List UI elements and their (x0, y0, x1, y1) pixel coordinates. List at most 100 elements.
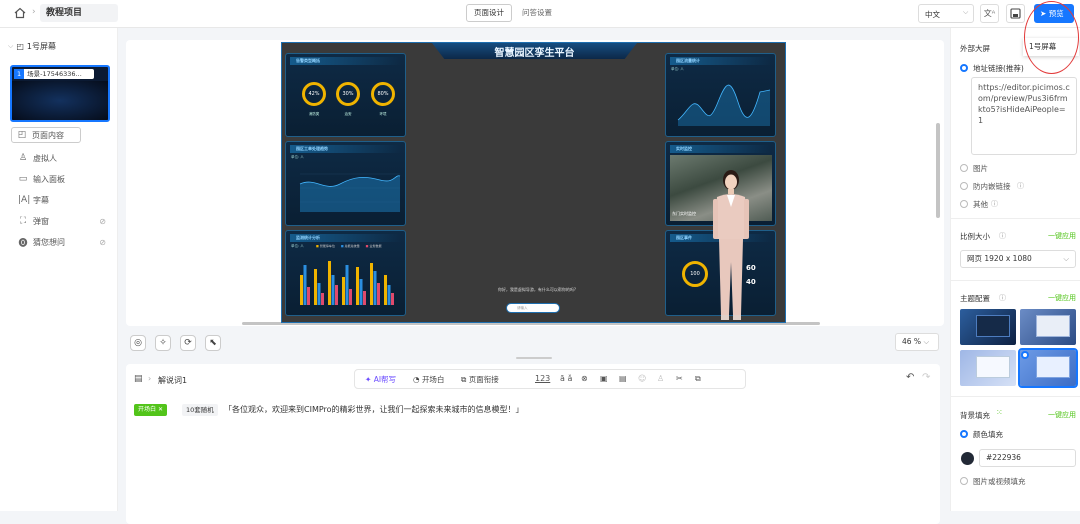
sidebar-item-avatar[interactable]: ♙ 虚拟人 (18, 151, 57, 165)
speed-icon[interactable]: ▣ (600, 374, 608, 383)
home-icon[interactable] (14, 7, 26, 19)
radio-media-fill[interactable] (960, 477, 968, 485)
sidebar-item-page-content[interactable]: ◰ 页面内容 (11, 127, 81, 143)
screen-group-header[interactable]: ⌵ ◰ 1号屏幕 (8, 41, 56, 52)
script-text[interactable]: 「各位观众，欢迎来到CIMPro的精彩世界，让我们一起探索未来城市的信息模型！」 (224, 404, 524, 415)
sidebar-item-popup[interactable]: ⛶ 弹窗 ⊘ (18, 214, 106, 228)
bar (345, 265, 349, 305)
radio-anti-embed[interactable] (960, 182, 968, 190)
gesture-icon[interactable]: ♙ (657, 374, 664, 383)
bar (363, 291, 366, 305)
refresh-button[interactable]: ⟳ (180, 335, 196, 351)
chat-input-placeholder: 请输入 (517, 306, 528, 310)
zoom-select[interactable]: 46 % ⌵ (895, 333, 939, 351)
save-button[interactable] (1006, 4, 1025, 23)
opening-tag[interactable]: 开场白 ✕ (134, 404, 167, 416)
radio-image[interactable] (960, 164, 968, 172)
sidebar-item-label: 页面内容 (32, 130, 64, 140)
canvas-scrollbar[interactable] (936, 123, 940, 218)
chat-input[interactable]: 请输入 (506, 303, 560, 313)
preview-label: 预览 (1048, 9, 1064, 18)
sidebar-item-subtitle[interactable]: |A| 字幕 (18, 193, 49, 207)
hidden-eye-icon[interactable]: ⊘ (99, 238, 106, 247)
close-icon[interactable]: ✕ (158, 406, 163, 413)
divider (951, 280, 1080, 281)
bar (373, 271, 377, 305)
panel-title: 园区流量统计 (670, 57, 771, 65)
area-chart (299, 173, 401, 212)
legend-item: ■ 业务数据 (365, 244, 382, 248)
cursor-select-button[interactable]: ⬉ (205, 335, 221, 351)
translate-button[interactable]: 文ᴬ (980, 4, 999, 23)
question-icon: ⓿ (18, 238, 28, 249)
help-icon[interactable]: ⓘ (999, 231, 1006, 241)
help-icon[interactable]: ⓘ (1017, 181, 1024, 191)
help-icon[interactable]: ⓘ (999, 293, 1006, 303)
dashboard-stage[interactable]: 智慧园区孪生平台 告警类型概括 42% 30% 80% 消防类 治安 环境 园区… (281, 42, 786, 323)
radio-color-fill[interactable] (960, 430, 968, 438)
url-textarea[interactable]: https://editor.picimos.com/preview/Pus3i… (971, 77, 1077, 155)
legend-item: ■ 智能停车位 (316, 244, 335, 248)
text-box-icon[interactable]: ▤ (619, 374, 627, 383)
scene-thumbnail[interactable]: 1 场景-17546336... (10, 65, 110, 122)
script-editor: ▤ › 解说词1 ✦ AI帮写 ◔ 开场白 ⧉ 页面衔接 123 ā ǎ ⊗ ▣… (126, 364, 940, 524)
ring-chart: 80% (371, 82, 395, 106)
language-select[interactable]: 中文 ⌵ (918, 4, 974, 23)
bar (317, 283, 321, 305)
panel-monitoring-stats: 监测统计分析 单位: 人 ■ 智能停车位 ■ 总能总统量 ■ 业务数据 (285, 230, 406, 316)
scale-select[interactable]: 网页 1920 x 1080 ⌵ (960, 250, 1076, 268)
number-icon[interactable]: 123 (535, 374, 550, 383)
replace-icon[interactable]: ✂ (676, 374, 683, 383)
selected-check-icon (1021, 351, 1029, 359)
preview-button[interactable]: ➤ 预览 (1034, 4, 1074, 23)
ai-write-button[interactable]: ✦ AI帮写 (365, 374, 396, 385)
apply-all-bg-link[interactable]: 一键应用 (1048, 410, 1076, 420)
radio-url[interactable] (960, 64, 968, 72)
link-icon: ⧉ (461, 375, 467, 384)
scene-thumb-bg (12, 81, 108, 120)
bar (307, 287, 310, 305)
resize-handle[interactable] (516, 357, 552, 359)
panel-alarm-types: 告警类型概括 42% 30% 80% 消防类 治安 环境 (285, 53, 406, 137)
pinyin-icon[interactable]: ā ǎ (560, 374, 572, 383)
sidebar-item-guess-questions[interactable]: ⓿ 猜您想问 ⊘ (18, 235, 106, 249)
theme-thumb-3[interactable] (960, 350, 1016, 386)
chat-icon: ◔ (413, 375, 420, 384)
redo-icon[interactable]: ↷ (922, 372, 930, 383)
tab-page-design[interactable]: 页面设计 (466, 4, 512, 22)
virtual-human[interactable] (707, 167, 755, 322)
page-link-button[interactable]: ⧉ 页面衔接 (461, 374, 499, 385)
sidebar-item-input-panel[interactable]: ▭ 输入面板 (18, 172, 65, 186)
help-icon[interactable]: ⓘ (991, 199, 998, 209)
pause-icon[interactable]: ⊗ (581, 374, 588, 383)
bar (370, 263, 373, 305)
opening-button[interactable]: ◔ 开场白 (413, 374, 444, 385)
panel-title: 监测统计分析 (290, 234, 401, 242)
ring-label: 消防类 (308, 112, 320, 116)
script-title[interactable]: 解说词1 (158, 375, 187, 386)
theme-thumb-4-selected[interactable] (1018, 348, 1078, 388)
color-hex-input[interactable]: #222936 (979, 449, 1076, 467)
screen-icon: ◰ (16, 42, 24, 51)
emotion-icon[interactable]: ☺ (638, 374, 646, 383)
editor-center: 智慧园区孪生平台 告警类型概括 42% 30% 80% 消防类 治安 环境 园区… (118, 28, 950, 524)
undo-icon[interactable]: ↶ (906, 372, 914, 383)
copy-icon[interactable]: ⧉ (695, 374, 701, 384)
random-tag[interactable]: 10套随机 (182, 404, 218, 416)
theme-thumb-2[interactable] (1020, 309, 1076, 345)
project-name[interactable]: 教程项目 (40, 4, 118, 22)
color-swatch[interactable] (961, 452, 974, 465)
target-tool-button[interactable]: ◎ (130, 335, 146, 351)
radio-other[interactable] (960, 200, 968, 208)
hidden-eye-icon[interactable]: ⊘ (99, 217, 106, 226)
url-option-label: 地址链接(推荐) (973, 64, 1024, 73)
tab-qa-settings[interactable]: 问答设置 (514, 4, 560, 22)
screen-dropdown-option[interactable]: 1号屏幕 (1023, 38, 1079, 56)
divider (951, 396, 1080, 397)
apply-all-scale-link[interactable]: 一键应用 (1048, 231, 1076, 241)
theme-thumb-1[interactable] (960, 309, 1016, 345)
bar (384, 275, 387, 305)
magic-select-button[interactable]: ✧ (155, 335, 171, 351)
apply-all-theme-link[interactable]: 一键应用 (1048, 293, 1076, 303)
chevron-down-icon: ⌵ (963, 8, 969, 16)
